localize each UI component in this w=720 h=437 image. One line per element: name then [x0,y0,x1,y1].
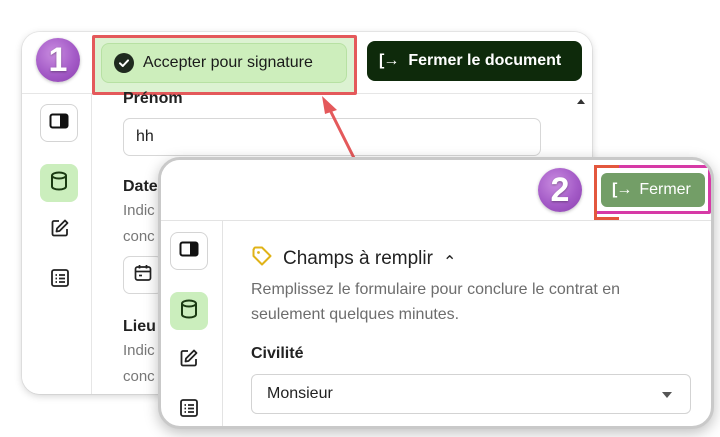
cylinder-icon [180,299,198,324]
close-document-label: Fermer le document [408,52,562,69]
edit-button[interactable] [177,348,201,372]
section-description: Remplissez le formulaire pour conclure l… [251,281,621,323]
section-header[interactable]: Champs à remplir ⌃ [251,245,456,273]
chevron-up-icon: ⌃ [442,254,457,271]
scroll-up-indicator[interactable] [577,99,585,104]
civility-value: Monsieur [267,385,333,402]
accept-highlight-box: Accepter pour signature [92,35,357,95]
exit-icon: [→ [612,181,632,198]
tutorial-composite: Accepter pour signature [→ Fermer le doc… [0,0,720,437]
date-label: Date [123,178,158,195]
close-document-button[interactable]: [→ Fermer le document [367,41,582,81]
step-2-badge: 2 [538,168,582,212]
civility-select[interactable]: Monsieur [251,374,691,414]
fields-button[interactable] [170,292,208,330]
list-icon [179,398,199,423]
accept-for-signature-button[interactable]: Accepter pour signature [101,43,347,83]
panel-toggle-icon [49,113,69,134]
check-circle-icon [114,53,134,73]
document-toolbar: Accepter pour signature [→ Fermer le doc… [22,32,592,95]
section-title: Champs à remplir [283,248,433,269]
firstname-input[interactable]: hh [123,118,541,156]
tag-icon [251,245,273,273]
accept-button-label: Accepter pour signature [143,54,313,71]
form-panel: [→ Fermer Champs à remplir ⌃ Remplissez … [158,157,714,429]
list-button[interactable] [177,398,201,422]
date-input[interactable] [123,256,163,294]
panel-toggle-button[interactable] [40,104,78,142]
close-highlight-box: [→ Fermer [594,165,711,220]
sidebar [22,94,92,394]
list-icon [50,268,70,293]
date-hint-line2: conc [123,228,155,245]
edit-icon [179,348,199,373]
cylinder-icon [50,171,68,196]
place-hint-line2: conc [123,368,155,385]
firstname-label: Prénom [123,90,183,107]
fields-button[interactable] [40,164,78,202]
date-hint-line1: Indic [123,202,155,219]
place-hint-line1: Indic [123,342,155,359]
edit-icon [50,218,70,243]
sidebar [161,221,223,426]
panel-toggle-icon [179,241,199,262]
close-button-label: Fermer [639,181,691,198]
chevron-down-icon [662,392,672,398]
place-label: Lieu [123,318,156,335]
calendar-icon [133,263,153,288]
step-1-badge: 1 [36,38,80,82]
civility-label: Civilité [251,345,304,362]
panel-toggle-button[interactable] [170,232,208,270]
form-toolbar: [→ Fermer [161,160,711,221]
close-button[interactable]: [→ Fermer [601,173,705,207]
list-button[interactable] [48,268,72,292]
exit-icon: [→ [379,52,399,69]
edit-button[interactable] [48,218,72,242]
form-content: Champs à remplir ⌃ Remplissez le formula… [251,221,711,426]
